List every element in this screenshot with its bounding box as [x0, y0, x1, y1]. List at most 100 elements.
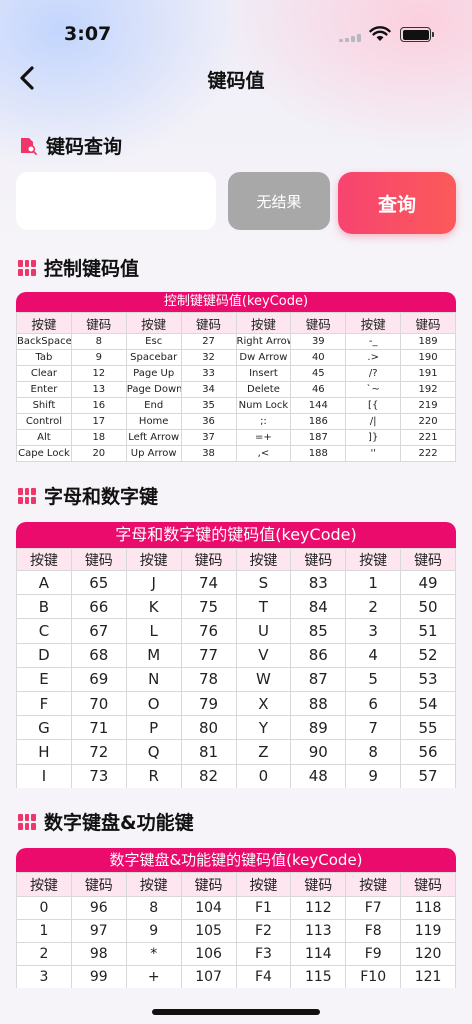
- keycode-cell: 54: [400, 690, 456, 717]
- keycode-cell: 81: [180, 739, 237, 765]
- keycode-cell: 190: [400, 349, 456, 366]
- keycode-cell: 99: [70, 965, 127, 988]
- column-header: 键码: [180, 312, 237, 334]
- column-header: 键码: [180, 548, 237, 571]
- keycode-cell: 79: [180, 690, 237, 717]
- column-header: 键码: [290, 872, 347, 897]
- column-header: 键码: [290, 548, 347, 571]
- control-keycode-table: 控制键键码值(keyCode) 按键 键码 按键 键码 按键 键码 按键 键码 BackSpa…: [16, 292, 456, 462]
- column-header: 按键: [235, 312, 292, 334]
- key-cell: A: [16, 569, 72, 596]
- keycode-cell: 80: [180, 715, 237, 741]
- keycode-cell: 87: [290, 666, 347, 692]
- key-cell: N: [125, 666, 182, 692]
- keycode-cell: 8: [70, 333, 127, 350]
- table-row: F 70 O 79 X 88 6 54: [16, 690, 456, 717]
- key-cell: D: [16, 642, 72, 668]
- key-cell: F10: [345, 965, 402, 988]
- key-cell: 7: [345, 715, 402, 741]
- keycode-cell: 121: [400, 965, 456, 988]
- cellular-signal-icon: [339, 34, 361, 42]
- keycode-cell: 191: [400, 365, 456, 382]
- result-display: 无结果: [228, 172, 330, 230]
- column-header: 按键: [235, 548, 292, 571]
- key-cell: F: [16, 690, 72, 717]
- keycode-cell: 82: [180, 763, 237, 788]
- alnum-keycode-table: 字母和数字键的键码值(keyCode) 按键 键码 按键 键码 按键 键码 按键 键码 A 65…: [16, 522, 456, 788]
- table-row: H 72 Q 81 Z 90 8 56: [16, 739, 456, 765]
- key-cell: `~: [345, 381, 402, 398]
- keycode-cell: 84: [290, 594, 347, 620]
- key-cell: Q: [125, 739, 182, 765]
- keycode-cell: 219: [400, 397, 456, 414]
- key-cell: H: [16, 739, 72, 765]
- keycode-cell: 39: [290, 333, 347, 350]
- table-row: 0 96 8 104 F1 112 F7 118: [16, 896, 456, 920]
- keycode-cell: 12: [70, 365, 127, 382]
- keycode-cell: 104: [180, 896, 237, 920]
- home-indicator[interactable]: [152, 1009, 320, 1015]
- table-row: Enter 13 Page Down 34 Delete 46 `~ 192: [16, 381, 456, 398]
- column-header: 按键: [345, 312, 402, 334]
- key-cell: -_: [345, 333, 402, 350]
- table-row: D 68 M 77 V 86 4 52: [16, 642, 456, 668]
- query-button[interactable]: 查询: [338, 172, 456, 234]
- key-cell: Up Arrow: [125, 445, 182, 462]
- table-header-row: 按键 键码 按键 键码 按键 键码 按键 键码: [16, 872, 456, 897]
- key-cell: ;:: [235, 413, 292, 430]
- keycode-cell: 17: [70, 413, 127, 430]
- key-cell: BackSpace: [16, 333, 72, 350]
- keycode-cell: 83: [290, 569, 347, 596]
- keycode-cell: 35: [180, 397, 237, 414]
- keycode-cell: 220: [400, 413, 456, 430]
- keycode-cell: 20: [70, 445, 127, 462]
- column-header: 键码: [180, 872, 237, 897]
- control-table: 按键 键码 按键 键码 按键 键码 按键 键码 BackSpace 8 Esc 27 Right Ar…: [16, 312, 456, 462]
- table-row: Cape Lock 20 Up Arrow 38 ,< 188 '' 222: [16, 445, 456, 462]
- key-cell: Left Arrow: [125, 429, 182, 446]
- keycode-cell: 37: [180, 429, 237, 446]
- key-cell: 2: [345, 594, 402, 620]
- table-row: 1 97 9 105 F2 113 F8 119: [16, 919, 456, 943]
- keycode-cell: 144: [290, 397, 347, 414]
- column-header: 按键: [16, 312, 72, 334]
- key-cell: 6: [345, 690, 402, 717]
- key-cell: Alt: [16, 429, 72, 446]
- document-search-icon: [21, 137, 37, 155]
- key-cell: F1: [235, 896, 292, 920]
- keycode-cell: 88: [290, 690, 347, 717]
- column-header: 键码: [400, 548, 456, 571]
- keycode-cell: 18: [70, 429, 127, 446]
- key-cell: Enter: [16, 381, 72, 398]
- table-row: Clear 12 Page Up 33 Insert 45/? 191: [16, 365, 456, 382]
- keycode-cell: 72: [70, 739, 127, 765]
- keycode-cell: 75: [180, 594, 237, 620]
- grid-icon: [18, 813, 36, 830]
- key-cell: V: [235, 642, 292, 668]
- column-header: 按键: [345, 872, 402, 897]
- keycode-cell: 55: [400, 715, 456, 741]
- keycode-cell: 120: [400, 942, 456, 966]
- key-cell: 3: [345, 618, 402, 644]
- keycode-search-input[interactable]: [16, 172, 216, 230]
- numpad-table-title: 数字键盘&功能键的键码值(keyCode): [16, 848, 456, 872]
- alnum-table-title: 字母和数字键的键码值(keyCode): [16, 522, 456, 548]
- keycode-cell: 77: [180, 642, 237, 668]
- key-cell: T: [235, 594, 292, 620]
- key-cell: C: [16, 618, 72, 644]
- column-header: 按键: [16, 548, 72, 571]
- key-cell: F9: [345, 942, 402, 966]
- column-header: 按键: [125, 312, 182, 334]
- keycode-cell: 112: [290, 896, 347, 920]
- keycode-cell: 74: [180, 569, 237, 596]
- key-cell: S: [235, 569, 292, 596]
- keycode-cell: 76: [180, 618, 237, 644]
- key-cell: End: [125, 397, 182, 414]
- keycode-cell: 68: [70, 642, 127, 668]
- key-cell: /|: [345, 413, 402, 430]
- keycode-cell: 119: [400, 919, 456, 943]
- table-row: C 67 L 76 U 85 3 51: [16, 618, 456, 644]
- keycode-cell: 56: [400, 739, 456, 765]
- keycode-cell: 49: [400, 569, 456, 596]
- keycode-cell: 69: [70, 666, 127, 692]
